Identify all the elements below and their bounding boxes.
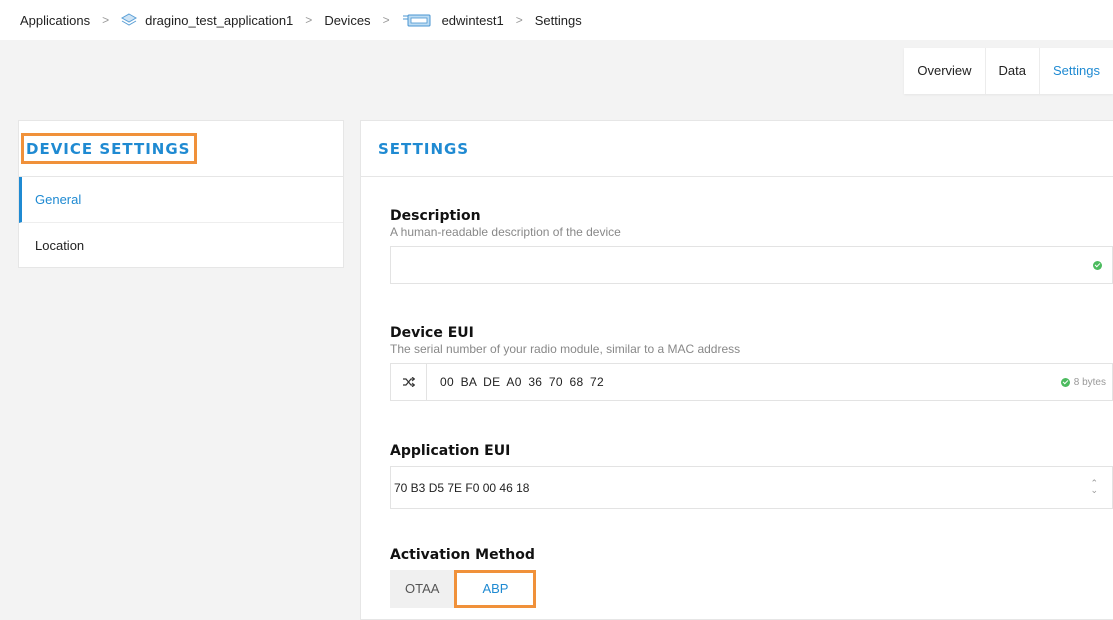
breadcrumb-separator: > <box>305 13 313 27</box>
breadcrumb-applications[interactable]: Applications <box>20 13 90 28</box>
app-eui-select[interactable]: 70 B3 D5 7E F0 00 46 18 ⌃ ⌄ <box>390 466 1113 509</box>
breadcrumb-separator: > <box>382 13 390 27</box>
device-eui-help: The serial number of your radio module, … <box>390 342 741 356</box>
description-input[interactable] <box>390 246 1113 284</box>
description-field-group: Description A human-readable description… <box>390 208 1113 284</box>
app-eui-label: Application EUI <box>390 443 511 459</box>
device-eui-field-group: Device EUI The serial number of your rad… <box>390 325 1113 401</box>
device-eui-value: 00 BA DE A0 36 70 68 72 <box>440 375 605 389</box>
device-eui-label: Device EUI <box>390 325 474 341</box>
description-help: A human-readable description of the devi… <box>390 225 621 239</box>
breadcrumb: Applications > dragino_test_application1… <box>0 0 1113 40</box>
sidebar-item-general[interactable]: General <box>19 177 343 223</box>
chevron-up-down-icon: ⌃ ⌄ <box>1090 478 1098 495</box>
activation-otaa-button[interactable]: OTAA <box>390 570 455 608</box>
breadcrumb-separator: > <box>515 13 523 27</box>
device-module-icon <box>402 14 431 27</box>
description-label: Description <box>390 208 481 224</box>
breadcrumb-application[interactable]: dragino_test_application1 <box>145 13 293 28</box>
device-settings-header: DEVICE SETTINGS <box>19 121 343 177</box>
settings-header: SETTINGS <box>361 121 1113 177</box>
settings-title: SETTINGS <box>378 139 470 158</box>
tab-data[interactable]: Data <box>984 48 1039 94</box>
application-layers-icon <box>121 13 138 26</box>
app-eui-field-group: Application EUI 70 B3 D5 7E F0 00 46 18 … <box>390 443 1113 509</box>
breadcrumb-current: Settings <box>534 12 582 28</box>
tab-overview[interactable]: Overview <box>904 48 984 94</box>
breadcrumb-device[interactable]: edwintest1 <box>442 13 504 28</box>
activation-label: Activation Method <box>390 547 535 563</box>
device-settings-panel: DEVICE SETTINGS General Location <box>18 120 344 268</box>
device-eui-input[interactable]: 00 BA DE A0 36 70 68 72 8 bytes <box>390 363 1113 401</box>
shuffle-icon[interactable] <box>391 364 427 400</box>
device-tabs: Overview Data Settings <box>904 48 1113 94</box>
app-eui-value: 70 B3 D5 7E F0 00 46 18 <box>394 480 530 495</box>
device-eui-bytes: 8 bytes <box>1060 364 1106 400</box>
device-settings-title: DEVICE SETTINGS <box>21 133 198 164</box>
tab-settings[interactable]: Settings <box>1039 48 1113 94</box>
activation-field-group: Activation Method OTAA ABP <box>390 547 1113 608</box>
sidebar-item-location[interactable]: Location <box>19 223 343 269</box>
breadcrumb-devices[interactable]: Devices <box>324 13 370 28</box>
settings-panel: SETTINGS Description A human-readable de… <box>360 120 1113 620</box>
check-circle-icon <box>1060 377 1070 387</box>
device-eui-bytes-label: 8 bytes <box>1073 376 1106 388</box>
check-circle-icon <box>1093 261 1102 270</box>
breadcrumb-separator: > <box>102 13 110 27</box>
activation-abp-button[interactable]: ABP <box>454 570 537 608</box>
activation-method-toggle: OTAA ABP <box>390 570 1113 608</box>
